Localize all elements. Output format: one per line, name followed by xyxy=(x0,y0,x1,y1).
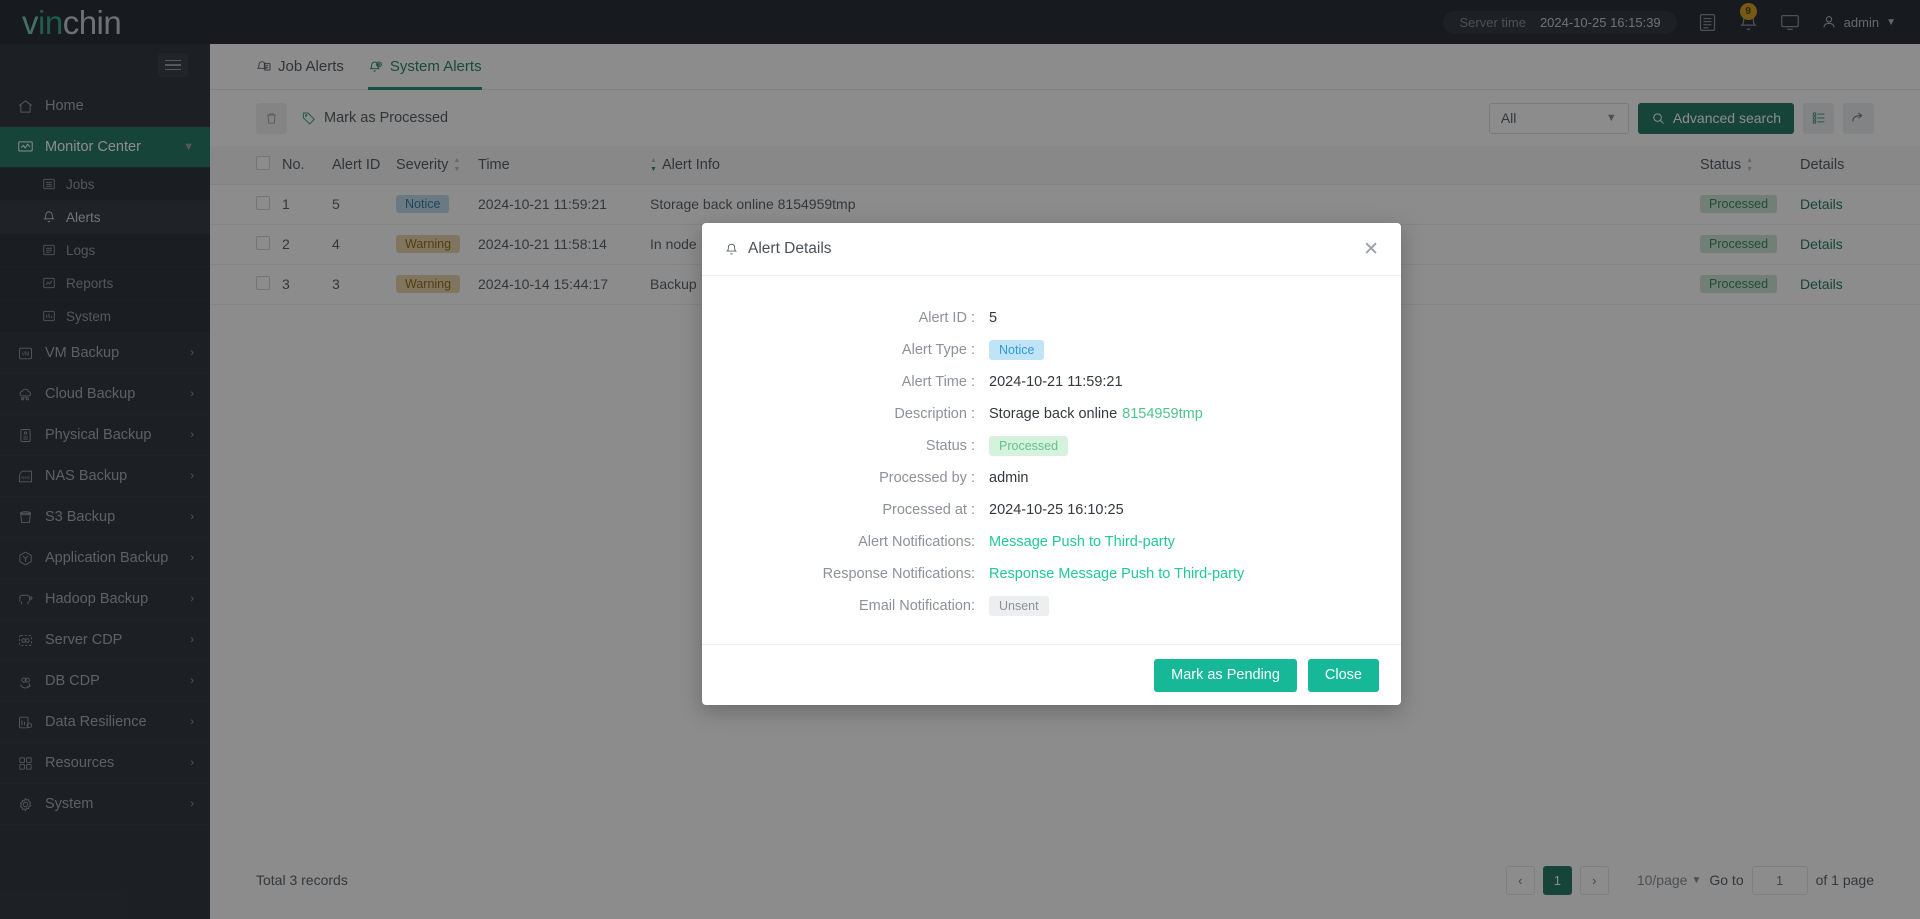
response-notification-link[interactable]: Response Message Push to Third-party xyxy=(989,566,1244,582)
alert-type-badge: Notice xyxy=(989,340,1044,360)
alert-notification-link[interactable]: Message Push to Third-party xyxy=(989,534,1175,550)
field-label: Alert Notifications: xyxy=(702,534,989,550)
field-alert-id: Alert ID : 5 xyxy=(702,302,1401,334)
close-icon[interactable]: ✕ xyxy=(1363,240,1379,259)
email-notification-badge: Unsent xyxy=(989,596,1049,616)
field-label: Alert Type : xyxy=(702,342,989,358)
field-description: Description : Storage back online 815495… xyxy=(702,398,1401,430)
field-processed-by: Processed by : admin xyxy=(702,462,1401,494)
field-label: Response Notifications: xyxy=(702,566,989,582)
status-badge: Processed xyxy=(989,436,1068,456)
alert-details-dialog: Alert Details ✕ Alert ID : 5 Alert Type … xyxy=(702,223,1401,705)
close-button[interactable]: Close xyxy=(1308,659,1379,692)
field-value: Storage back online 8154959tmp xyxy=(989,406,1203,422)
field-value: Response Message Push to Third-party xyxy=(989,566,1244,582)
description-text: Storage back online xyxy=(989,406,1117,422)
field-value: 5 xyxy=(989,310,997,326)
field-label: Email Notification: xyxy=(702,598,989,614)
field-label: Processed at : xyxy=(702,502,989,518)
field-alert-time: Alert Time : 2024-10-21 11:59:21 xyxy=(702,366,1401,398)
dialog-body: Alert ID : 5 Alert Type : Notice Alert T… xyxy=(702,276,1401,644)
field-value: Unsent xyxy=(989,596,1049,616)
field-status: Status : Processed xyxy=(702,430,1401,462)
field-label: Processed by : xyxy=(702,470,989,486)
field-response-notifications: Response Notifications: Response Message… xyxy=(702,558,1401,590)
field-value: 2024-10-21 11:59:21 xyxy=(989,374,1123,390)
field-label: Description : xyxy=(702,406,989,422)
dialog-footer: Mark as Pending Close xyxy=(702,644,1401,705)
field-processed-at: Processed at : 2024-10-25 16:10:25 xyxy=(702,494,1401,526)
description-resource-id: 8154959tmp xyxy=(1122,406,1203,422)
field-value: admin xyxy=(989,470,1029,486)
bell-icon xyxy=(724,242,739,257)
field-label: Alert Time : xyxy=(702,374,989,390)
field-value: Message Push to Third-party xyxy=(989,534,1175,550)
field-label: Alert ID : xyxy=(702,310,989,326)
field-alert-notifications: Alert Notifications: Message Push to Thi… xyxy=(702,526,1401,558)
field-value: 2024-10-25 16:10:25 xyxy=(989,502,1124,518)
field-email-notification: Email Notification: Unsent xyxy=(702,590,1401,622)
field-alert-type: Alert Type : Notice xyxy=(702,334,1401,366)
dialog-title: Alert Details xyxy=(748,240,832,258)
field-value: Notice xyxy=(989,340,1044,360)
mark-as-pending-button[interactable]: Mark as Pending xyxy=(1154,659,1297,692)
dialog-header: Alert Details ✕ xyxy=(702,223,1401,276)
field-value: Processed xyxy=(989,436,1068,456)
field-label: Status : xyxy=(702,438,989,454)
